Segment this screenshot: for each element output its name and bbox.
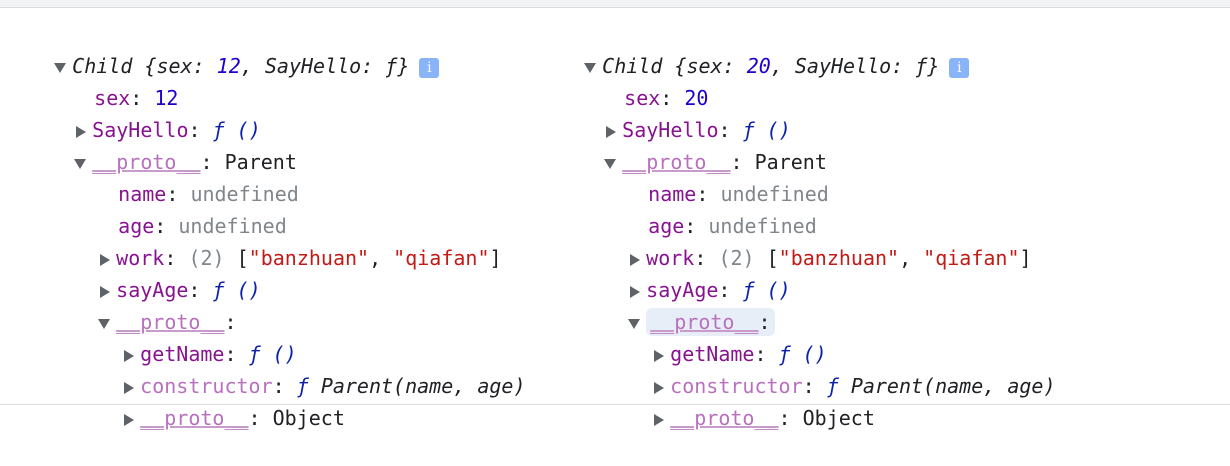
- property-row-work[interactable]: work: (2) ["banzhuan", "qiafan"]: [6, 210, 526, 270]
- console-object-left: Child {sex: 12, SayHello: ƒ} i sex: 12 Sa…: [6, 18, 526, 430]
- property-row-name: name: undefined: [648, 182, 829, 206]
- property-value: Object: [272, 406, 345, 430]
- property-row-sex: sex: 12: [94, 86, 179, 110]
- collapsed-triangle-icon[interactable]: [654, 413, 665, 426]
- property-row-sayage[interactable]: sayAge: ƒ (): [536, 242, 1056, 302]
- property-row-age: age: undefined: [118, 214, 287, 238]
- property-value: Object: [802, 406, 875, 430]
- property-row-sex: sex: 20: [624, 86, 709, 110]
- property-row-name: name: undefined: [118, 182, 299, 206]
- property-row-proto[interactable]: __proto__: Parent: [6, 114, 526, 174]
- property-row-age: age: undefined: [648, 214, 817, 238]
- collapsed-triangle-icon[interactable]: [124, 413, 135, 426]
- property-key: __proto__: [670, 406, 779, 430]
- property-row-proto-3[interactable]: __proto__: Object: [6, 370, 526, 430]
- console-top-border: [0, 0, 1230, 8]
- property-row-constructor[interactable]: constructor: ƒ Parent(name, age): [6, 338, 526, 398]
- property-row-proto-2[interactable]: __proto__:: [6, 274, 526, 334]
- property-row-constructor[interactable]: constructor: ƒ Parent(name, age): [536, 338, 1056, 398]
- console-object-right: Child {sex: 20, SayHello: ƒ} i sex: 20 Sa…: [536, 18, 1056, 430]
- property-row-getname[interactable]: getName: ƒ (): [6, 306, 526, 366]
- property-row-getname[interactable]: getName: ƒ (): [536, 306, 1056, 366]
- property-row-work[interactable]: work: (2) ["banzhuan", "qiafan"]: [536, 210, 1056, 270]
- property-row-proto[interactable]: __proto__: Parent: [536, 114, 1056, 174]
- property-row-sayhello[interactable]: SayHello: ƒ (): [6, 82, 526, 142]
- property-row-proto-2[interactable]: __proto__:: [536, 274, 1056, 336]
- property-row-sayage[interactable]: sayAge: ƒ (): [6, 242, 526, 302]
- property-row-proto-3[interactable]: __proto__: Object: [536, 370, 1056, 430]
- property-key: __proto__: [140, 406, 249, 430]
- property-row-sayhello[interactable]: SayHello: ƒ (): [536, 82, 1056, 142]
- object-header[interactable]: Child {sex: 20, SayHello: ƒ} i: [536, 18, 1056, 78]
- console-bottom-border: [0, 404, 1230, 405]
- object-header[interactable]: Child {sex: 12, SayHello: ƒ} i: [6, 18, 526, 78]
